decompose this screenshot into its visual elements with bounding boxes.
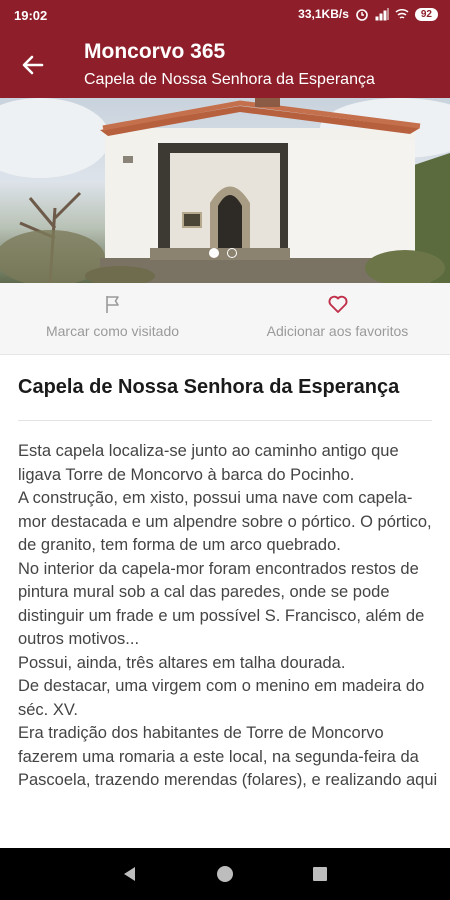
nav-recents-icon[interactable]: [308, 862, 332, 886]
chapel-photo-gallery[interactable]: [0, 98, 450, 283]
article-paragraph: Esta capela localiza-se junto ao caminho…: [18, 442, 399, 484]
article-body: Esta capela localiza-se junto ao caminho…: [18, 440, 438, 793]
gallery-pagination[interactable]: [209, 248, 237, 258]
gallery-dot-1[interactable]: [209, 248, 219, 258]
app-title: Moncorvo 365: [84, 40, 226, 63]
article-content[interactable]: Capela de Nossa Senhora da Esperança Est…: [0, 356, 450, 848]
heart-icon: [328, 295, 348, 313]
nav-home-icon[interactable]: [213, 862, 237, 886]
alarm-icon: [356, 9, 368, 21]
article-paragraph: De destacar, uma virgem com o menino em …: [18, 677, 425, 719]
page-subtitle: Capela de Nossa Senhora da Esperança: [84, 71, 375, 88]
article-paragraph: Possui, ainda, três altares em talha dou…: [18, 653, 346, 672]
app-bar: Moncorvo 365 Capela de Nossa Senhora da …: [0, 30, 450, 98]
nav-back-icon[interactable]: [118, 862, 142, 886]
add-favorites-label: Adicionar aos favoritos: [266, 323, 409, 339]
system-navigation-bar: [0, 848, 450, 900]
signal-icon: [375, 8, 389, 21]
title-divider: [18, 420, 432, 421]
action-bar: Marcar como visitado Adicionar aos favor…: [0, 283, 450, 355]
article-title: Capela de Nossa Senhora da Esperança: [18, 376, 400, 398]
article-paragraph: No interior da capela-mor foram encontra…: [18, 559, 425, 649]
status-time: 19:02: [14, 8, 48, 23]
wifi-icon: [395, 8, 409, 19]
gallery-dot-2[interactable]: [227, 248, 237, 258]
mark-visited-button[interactable]: Marcar como visitado: [0, 283, 225, 355]
status-icons: 33,1KB/s 92: [298, 7, 438, 21]
mark-visited-label: Marcar como visitado: [45, 323, 180, 339]
network-speed: 33,1KB/s: [298, 7, 349, 21]
flag-icon: [106, 296, 119, 313]
back-arrow-icon[interactable]: [18, 50, 48, 80]
add-favorites-button[interactable]: Adicionar aos favoritos: [225, 283, 450, 355]
article-paragraph: A construção, em xisto, possui uma nave …: [18, 489, 432, 554]
status-bar: 19:02 33,1KB/s 92: [0, 0, 450, 30]
article-paragraph: Era tradição dos habitantes de Torre de …: [18, 724, 438, 789]
battery-badge: 92: [414, 7, 438, 21]
